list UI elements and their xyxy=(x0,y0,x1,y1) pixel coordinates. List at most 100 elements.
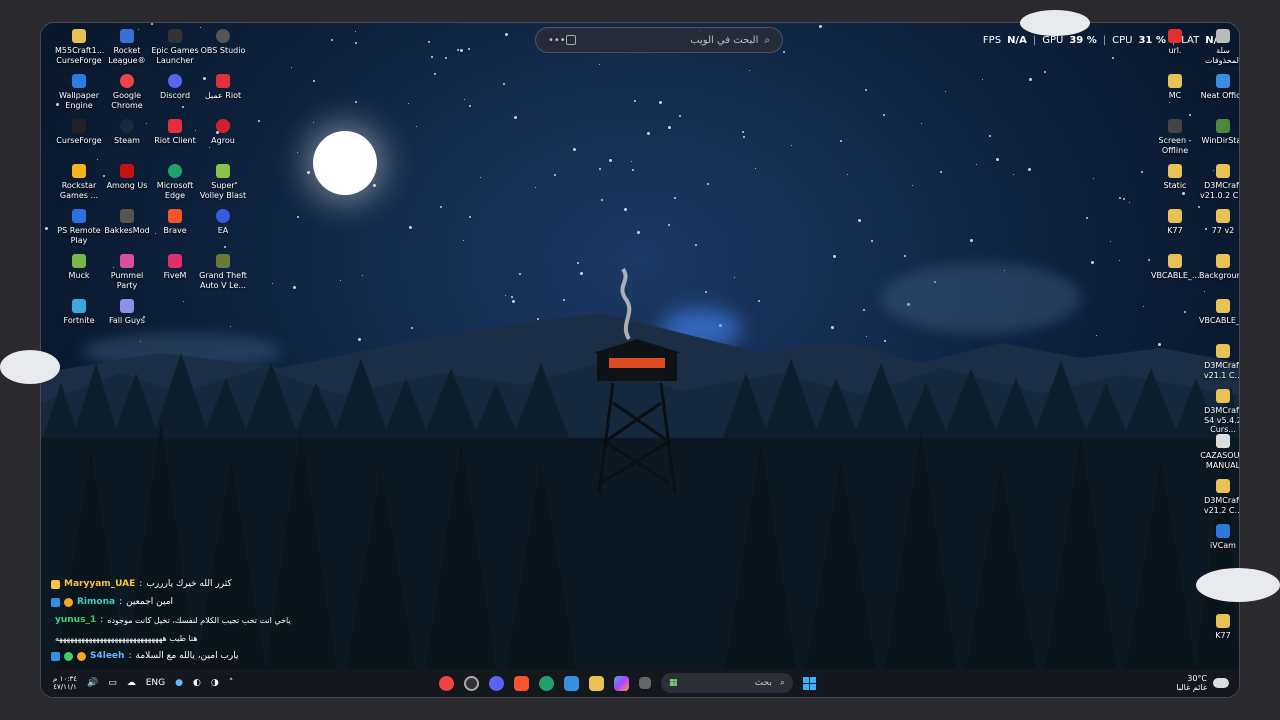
desktop-icon[interactable]: url. xyxy=(1151,29,1199,56)
copilot-icon[interactable] xyxy=(614,675,629,691)
desktop-icon[interactable]: D3MCraft v21.0.2 C... xyxy=(1199,164,1239,200)
task-view-icon[interactable] xyxy=(639,677,651,689)
desktop-icon[interactable]: Rockstar Games ... xyxy=(55,164,103,200)
chat-message: هنا طيب هههههههههههههههههههههههههههههه xyxy=(51,629,301,647)
chat-text: امين اجمعين xyxy=(126,597,174,607)
language-indicator[interactable]: ENG xyxy=(146,678,165,688)
chat-text: ياخي انت تحب تجيب الكلام لنفسك، تخيل كان… xyxy=(107,615,291,625)
desktop-icon[interactable]: D3MCraft v21.2 C... xyxy=(1199,479,1239,515)
gpu-label: GPU xyxy=(1042,35,1064,46)
fps-value: N/A xyxy=(1007,35,1027,46)
obs-taskbar-icon[interactable] xyxy=(464,675,479,691)
chevron-up-icon[interactable]: ˄ xyxy=(229,678,234,688)
app-tray-icon[interactable]: ◐ xyxy=(193,678,201,688)
network-icon[interactable]: ▭ xyxy=(108,678,117,688)
folder-icon xyxy=(1216,344,1230,358)
desktop-icon[interactable]: FiveM xyxy=(151,254,199,281)
desktop-icon[interactable]: PS Remote Play xyxy=(55,209,103,245)
store-taskbar-icon[interactable] xyxy=(564,675,579,691)
desktop-icon[interactable]: Riot Client xyxy=(151,119,199,146)
desktop-icon[interactable]: OBS Studio xyxy=(199,29,247,56)
desktop-icon[interactable]: Backgrounds xyxy=(1199,254,1239,281)
desktop-icon[interactable]: Brave xyxy=(151,209,199,236)
desktop-icon[interactable]: K77 xyxy=(1151,209,1199,236)
search-icon: ⌕ xyxy=(779,678,785,688)
desktop-icon[interactable]: iVCam xyxy=(1199,524,1239,551)
folder-icon xyxy=(1216,164,1230,178)
desktop-icon[interactable]: K77 xyxy=(1199,614,1239,641)
stream-chat: Maryyam_UAE : كثرر الله خيرك يارررب Rimo… xyxy=(51,575,301,665)
desktop-icon[interactable]: سلة المحذوفات xyxy=(1199,29,1239,65)
folder-icon xyxy=(1216,614,1230,628)
app-tray-icon[interactable]: ◑ xyxy=(211,678,219,688)
taskbar-search[interactable]: ▦ بحث ⌕ xyxy=(661,673,793,693)
desktop-icon[interactable]: BakkesMod xyxy=(103,209,151,236)
desktop-icon[interactable]: Super Volley Blast xyxy=(199,164,247,200)
app-icon xyxy=(72,209,86,223)
folder-icon xyxy=(1168,164,1182,178)
file-explorer-icon[interactable] xyxy=(589,675,604,691)
desktop-icon[interactable]: Discord xyxy=(151,74,199,101)
chat-message: Rimona : امين اجمعين xyxy=(51,593,301,611)
desktop-icon[interactable]: Steam xyxy=(103,119,151,146)
desktop-icon[interactable]: MC xyxy=(1151,74,1199,101)
desktop-icon[interactable]: عميل Riot xyxy=(199,74,247,101)
desktop-icon[interactable]: Google Chrome xyxy=(103,74,151,110)
desktop-icon[interactable]: Fall Guys xyxy=(103,299,151,326)
desktop-icon[interactable]: Static xyxy=(1151,164,1199,191)
desktop-icon[interactable]: Agrou xyxy=(199,119,247,146)
desktop-icon[interactable]: M55Craft1... CurseForge xyxy=(55,29,104,65)
desktop-icon[interactable]: Neat Office xyxy=(1199,74,1239,101)
discord-taskbar-icon[interactable] xyxy=(489,675,504,691)
desktop-icon[interactable]: VBCABLE_... xyxy=(1151,254,1200,281)
desktop-icon[interactable]: D3MCraft v21.1 C... xyxy=(1199,344,1239,380)
folder-icon xyxy=(1168,209,1182,223)
visual-search-icon[interactable] xyxy=(565,35,576,45)
desktop-icon[interactable]: 77 v2 xyxy=(1199,209,1239,236)
desktop-icon[interactable]: EA xyxy=(199,209,247,236)
app-icon xyxy=(216,29,230,43)
folder-icon xyxy=(1168,74,1182,88)
desktop-icon[interactable]: Grand Theft Auto V Le... xyxy=(199,254,247,290)
desktop-icon[interactable]: CurseForge xyxy=(55,119,103,146)
desktop-icon[interactable]: Among Us xyxy=(103,164,151,191)
folder-icon xyxy=(1216,299,1230,313)
windows-start-icon[interactable] xyxy=(803,676,816,690)
chat-username: S4leeh xyxy=(90,651,125,661)
desktop-icon[interactable]: Epic Games Launcher xyxy=(151,29,199,65)
desktop-icon[interactable]: Microsoft Edge xyxy=(151,164,199,200)
desktop-icon[interactable]: WinDirStat xyxy=(1199,119,1239,146)
brave-taskbar-icon[interactable] xyxy=(514,675,529,691)
chrome-taskbar-icon[interactable] xyxy=(439,675,454,691)
weather-widget[interactable]: 30°C غائم غالبا xyxy=(1176,674,1229,692)
app-icon xyxy=(1216,74,1230,88)
desktop-icon[interactable]: Screen - Offline xyxy=(1151,119,1199,155)
desktop-icon[interactable]: D3MCraft S4 v5.4.2 Curs... xyxy=(1199,389,1239,435)
app-icon xyxy=(168,29,182,43)
badge-icon xyxy=(51,597,60,607)
app-icon xyxy=(1168,119,1182,133)
app-icon xyxy=(168,254,182,268)
edge-taskbar-icon[interactable] xyxy=(539,675,554,691)
desktop-icon[interactable]: Wallpaper Engine xyxy=(55,74,103,110)
desktop-icon[interactable]: Rocket League® xyxy=(103,29,151,65)
desktop-icon[interactable]: Pummel Party xyxy=(103,254,151,290)
cpu-label: CPU xyxy=(1112,35,1133,46)
onedrive-icon[interactable]: ☁ xyxy=(127,678,136,688)
desktop-icon[interactable]: Fortnite xyxy=(55,299,103,326)
chat-separator: : xyxy=(100,615,104,625)
more-options-icon[interactable]: ••• xyxy=(548,35,566,46)
web-search-bar[interactable]: ••• البحث في الويب ⌕ xyxy=(535,27,783,53)
desktop-icon[interactable]: CAZASOUQ MANUAL xyxy=(1199,434,1239,470)
volume-icon[interactable]: 🔊 xyxy=(87,678,98,688)
fps-label: FPS xyxy=(982,35,1002,46)
badge-icon xyxy=(51,651,60,661)
desktop-icon[interactable]: Muck xyxy=(55,254,103,281)
app-icon xyxy=(120,254,134,268)
microphone-icon[interactable]: ● xyxy=(175,678,183,688)
tray-clock[interactable]: ١٠:٣٤ م ٤٧/١١/١ xyxy=(53,675,77,691)
gpu-value: 39 % xyxy=(1069,35,1097,46)
desktop-icon[interactable]: VBCABLE_... xyxy=(1199,299,1239,326)
brave-icon xyxy=(168,209,182,223)
search-icon: ⌕ xyxy=(764,34,770,46)
